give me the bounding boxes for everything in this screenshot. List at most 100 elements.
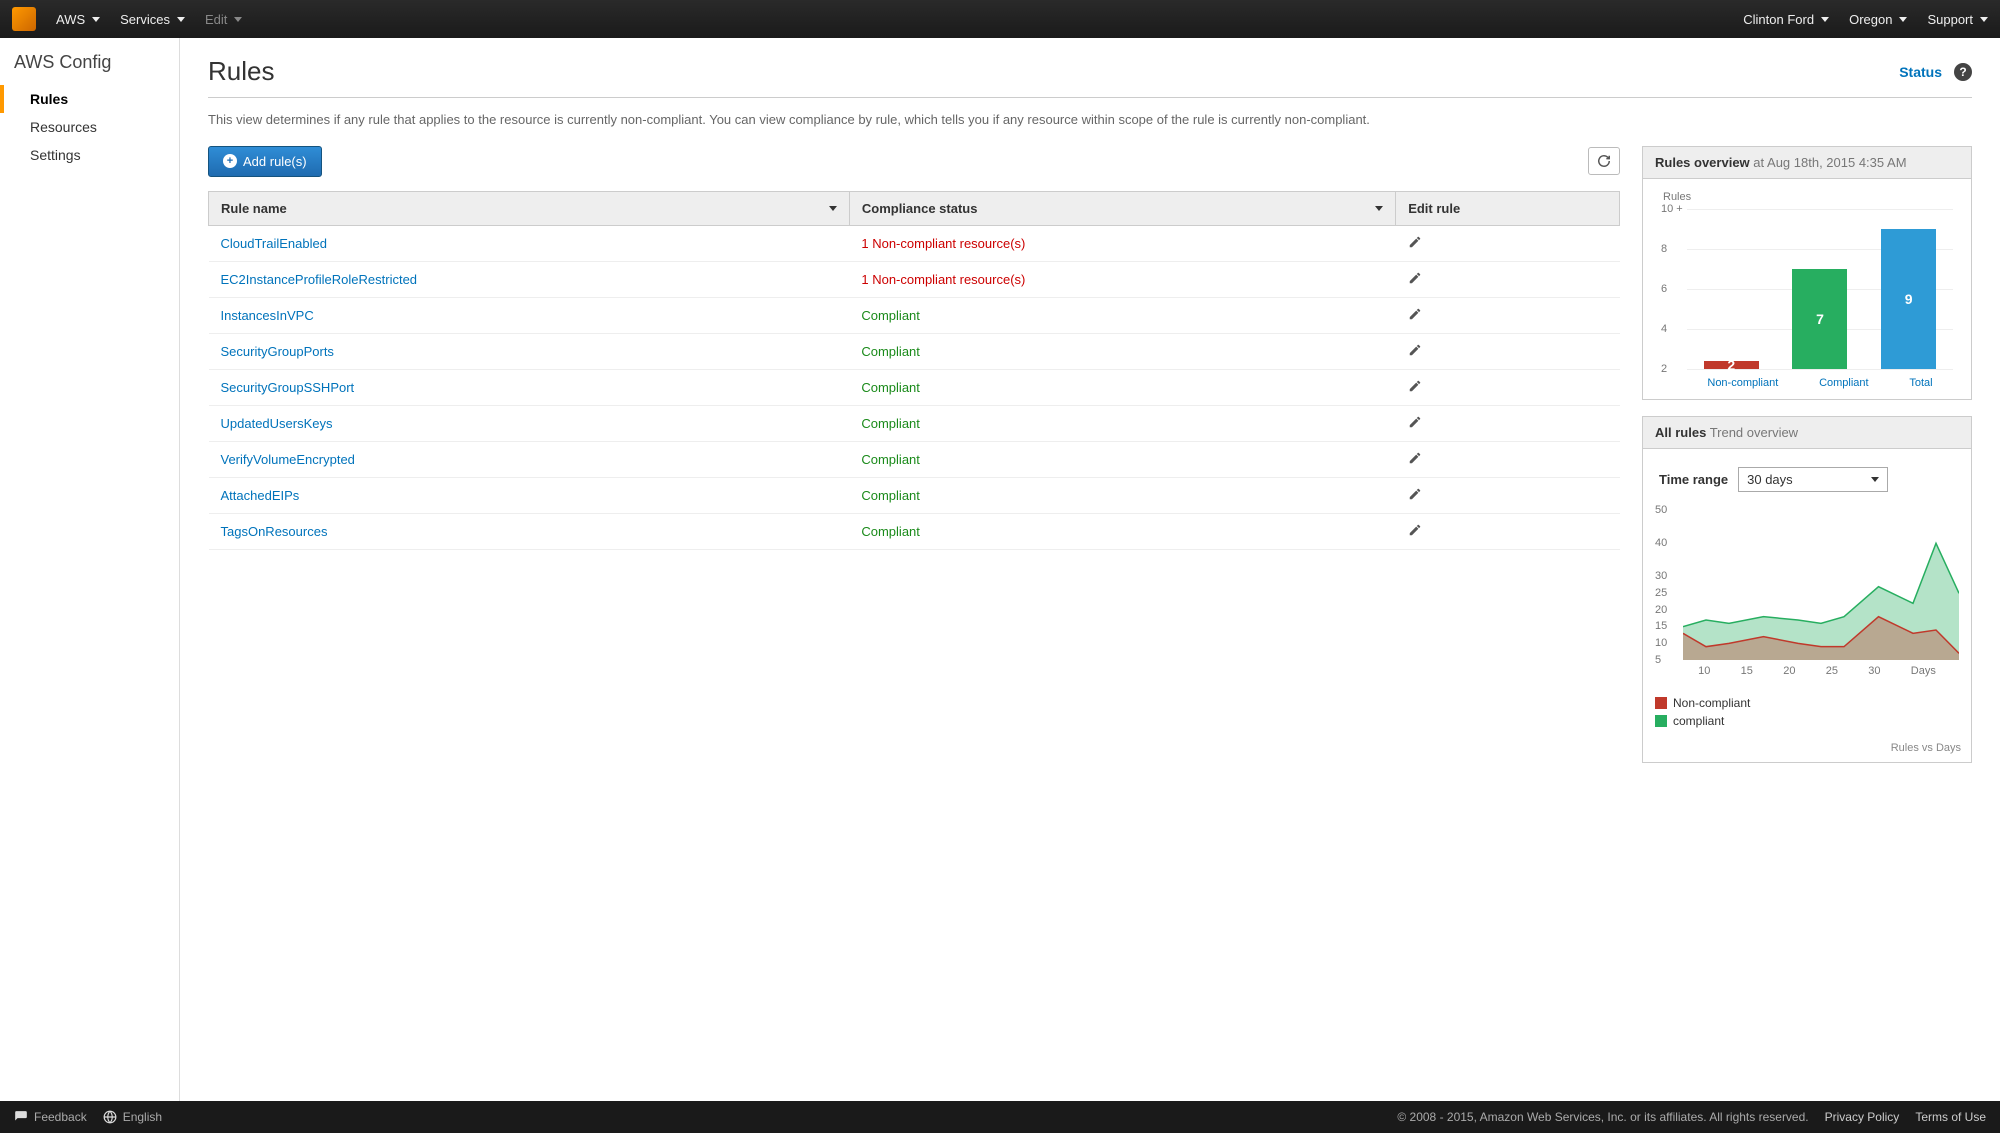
- rule-name-link[interactable]: SecurityGroupSSHPort: [221, 380, 355, 395]
- trend-y-tick: 20: [1655, 604, 1667, 616]
- compliance-status: Compliant: [861, 524, 920, 539]
- user-menu[interactable]: Clinton Ford: [1743, 12, 1829, 27]
- table-row: InstancesInVPC Compliant: [209, 297, 1620, 333]
- compliance-status: Compliant: [861, 380, 920, 395]
- help-icon[interactable]: ?: [1954, 63, 1972, 81]
- trend-x-tick: 20: [1783, 665, 1795, 677]
- feedback-icon: [14, 1110, 28, 1124]
- trend-y-tick: 5: [1655, 654, 1661, 666]
- refresh-button[interactable]: [1588, 147, 1620, 175]
- compliance-status: Compliant: [861, 308, 920, 323]
- legend-label: compliant: [1673, 714, 1724, 728]
- table-row: SecurityGroupPorts Compliant: [209, 333, 1620, 369]
- legend-swatch-compliant: [1655, 715, 1667, 727]
- bar[interactable]: 9: [1881, 229, 1936, 369]
- privacy-link[interactable]: Privacy Policy: [1825, 1110, 1900, 1124]
- rules-overview-panel: Rules overview at Aug 18th, 2015 4:35 AM…: [1642, 146, 1972, 400]
- chevron-down-icon: [1980, 17, 1988, 22]
- chevron-down-icon: [234, 17, 242, 22]
- page-title: Rules: [208, 56, 274, 87]
- rule-name-link[interactable]: VerifyVolumeEncrypted: [221, 452, 355, 467]
- edit-rule-icon[interactable]: [1408, 453, 1422, 468]
- compliance-status: 1 Non-compliant resource(s): [861, 236, 1025, 251]
- rule-name-link[interactable]: CloudTrailEnabled: [221, 236, 327, 251]
- chart-y-axis-title: Rules: [1663, 191, 1691, 203]
- bar-category-label[interactable]: Total: [1909, 377, 1932, 389]
- sidebar: AWS Config RulesResourcesSettings: [0, 38, 180, 1101]
- col-compliance-status[interactable]: Compliance status: [849, 191, 1395, 225]
- edit-rule-icon[interactable]: [1408, 345, 1422, 360]
- col-rule-name[interactable]: Rule name: [209, 191, 850, 225]
- legend-swatch-noncompliant: [1655, 697, 1667, 709]
- compliance-status: Compliant: [861, 452, 920, 467]
- chevron-down-icon: [177, 17, 185, 22]
- sidebar-item-settings[interactable]: Settings: [0, 141, 179, 169]
- col-edit-rule: Edit rule: [1396, 191, 1620, 225]
- table-row: UpdatedUsersKeysCompliant: [209, 405, 1620, 441]
- rule-name-link[interactable]: SecurityGroupPorts: [221, 344, 334, 359]
- table-row: TagsOnResources Compliant: [209, 513, 1620, 549]
- rules-table: Rule name Compliance status Edit rule Cl…: [208, 191, 1620, 550]
- trend-footer-note: Rules vs Days: [1643, 738, 1971, 762]
- trend-x-tick: 15: [1741, 665, 1753, 677]
- trend-svg: [1683, 510, 1959, 660]
- trend-y-tick: 15: [1655, 620, 1667, 632]
- language-link[interactable]: English: [103, 1110, 162, 1124]
- table-row: CloudTrailEnabled 1 Non-compliant resourc…: [209, 225, 1620, 261]
- trend-header: All rules Trend overview: [1643, 417, 1971, 449]
- legend-label: Non-compliant: [1673, 696, 1750, 710]
- chevron-down-icon: [1899, 17, 1907, 22]
- edit-rule-icon[interactable]: [1408, 273, 1422, 288]
- rule-name-link[interactable]: EC2InstanceProfileRoleRestricted: [221, 272, 418, 287]
- main-content: Rules Status ? This view determines if a…: [180, 38, 2000, 1101]
- edit-rule-icon[interactable]: [1408, 237, 1422, 252]
- bar-category-label[interactable]: Non-compliant: [1707, 377, 1778, 389]
- aws-logo-icon[interactable]: [12, 7, 36, 31]
- plus-icon: +: [223, 154, 237, 168]
- table-row: AttachedEIPsCompliant: [209, 477, 1620, 513]
- add-rule-label: Add rule(s): [243, 154, 307, 169]
- copyright-text: © 2008 - 2015, Amazon Web Services, Inc.…: [1397, 1110, 1808, 1124]
- y-tick: 8: [1661, 243, 1667, 255]
- trend-x-tick: 10: [1698, 665, 1710, 677]
- y-tick: 10 +: [1661, 203, 1683, 215]
- rule-name-link[interactable]: TagsOnResources: [221, 524, 328, 539]
- bar[interactable]: 7: [1792, 269, 1847, 369]
- trend-y-tick: 10: [1655, 637, 1667, 649]
- edit-rule-icon[interactable]: [1408, 381, 1422, 396]
- terms-link[interactable]: Terms of Use: [1915, 1110, 1986, 1124]
- bar-category-label[interactable]: Compliant: [1819, 377, 1869, 389]
- trend-y-tick: 40: [1655, 537, 1667, 549]
- edit-rule-icon[interactable]: [1408, 489, 1422, 504]
- edit-menu[interactable]: Edit: [205, 12, 242, 27]
- services-menu[interactable]: Services: [120, 12, 185, 27]
- y-tick: 4: [1661, 323, 1667, 335]
- y-tick: 2: [1661, 363, 1667, 375]
- rule-name-link[interactable]: AttachedEIPs: [221, 488, 300, 503]
- support-menu[interactable]: Support: [1927, 12, 1988, 27]
- compliance-status: 1 Non-compliant resource(s): [861, 272, 1025, 287]
- edit-rule-icon[interactable]: [1408, 417, 1422, 432]
- feedback-link[interactable]: Feedback: [14, 1110, 87, 1124]
- trend-y-tick: 50: [1655, 504, 1667, 516]
- add-rule-button[interactable]: + Add rule(s): [208, 146, 322, 177]
- trend-x-axis-label: Days: [1911, 665, 1936, 677]
- edit-rule-icon[interactable]: [1408, 309, 1422, 324]
- region-menu[interactable]: Oregon: [1849, 12, 1907, 27]
- trend-y-tick: 30: [1655, 570, 1667, 582]
- trend-chart: 5040302520151051015202530Days: [1655, 510, 1959, 690]
- trend-panel: All rules Trend overview Time range 30 d…: [1642, 416, 1972, 763]
- globe-icon: [103, 1110, 117, 1124]
- time-range-select[interactable]: 30 days: [1738, 467, 1888, 492]
- edit-rule-icon[interactable]: [1408, 525, 1422, 540]
- sidebar-item-rules[interactable]: Rules: [0, 85, 179, 113]
- rule-name-link[interactable]: InstancesInVPC: [221, 308, 314, 323]
- sort-icon: [1375, 206, 1383, 211]
- aws-menu[interactable]: AWS: [56, 12, 100, 27]
- rules-overview-chart: Rules 10 +8642279Non-compliantCompliantT…: [1655, 189, 1959, 389]
- sidebar-item-resources[interactable]: Resources: [0, 113, 179, 141]
- status-link[interactable]: Status: [1899, 64, 1942, 80]
- compliance-status: Compliant: [861, 344, 920, 359]
- rule-name-link[interactable]: UpdatedUsersKeys: [221, 416, 333, 431]
- bar[interactable]: 2: [1704, 361, 1759, 369]
